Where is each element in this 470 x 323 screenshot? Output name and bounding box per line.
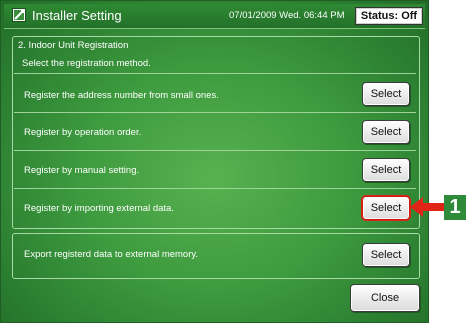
select-button-manual-setting[interactable]: Select [362, 158, 410, 182]
installer-setting-icon [12, 8, 26, 22]
title-bar: Installer Setting 07/01/2009 Wed. 06:44 … [4, 4, 425, 29]
export-label: Export registerd data to external memory… [24, 249, 199, 260]
red-arrow-icon [410, 197, 444, 217]
section-title: 2. Indoor Unit Registration [18, 40, 129, 51]
select-button-operation-order[interactable]: Select [362, 120, 410, 144]
divider [14, 188, 416, 189]
option-label-import-external: Register by importing external data. [24, 203, 174, 214]
select-button-address-number[interactable]: Select [362, 82, 410, 106]
divider [14, 73, 416, 74]
divider [14, 112, 416, 113]
callout-number-badge: 1 [444, 195, 466, 220]
select-button-export[interactable]: Select [362, 243, 410, 267]
status-badge: Status: Off [355, 7, 423, 25]
installer-setting-screen: Installer Setting 07/01/2009 Wed. 06:44 … [0, 0, 429, 323]
date-time: 07/01/2009 Wed. 06:44 PM [229, 10, 345, 21]
section-subtitle: Select the registration method. [22, 58, 151, 69]
select-button-import-external[interactable]: Select [362, 196, 410, 220]
divider [14, 150, 416, 151]
option-label-manual-setting: Register by manual setting. [24, 165, 140, 176]
option-label-operation-order: Register by operation order. [24, 127, 142, 138]
close-button[interactable]: Close [350, 284, 420, 312]
window-title: Installer Setting [32, 8, 122, 23]
option-label-address-number: Register the address number from small o… [24, 90, 219, 101]
